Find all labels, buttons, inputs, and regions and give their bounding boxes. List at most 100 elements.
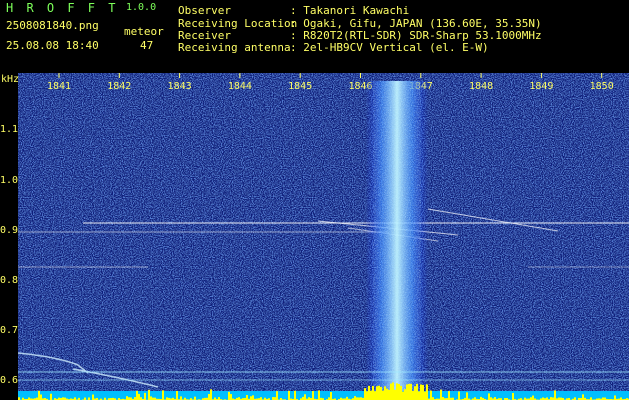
noise-floor-bar — [276, 391, 278, 400]
noise-floor-bar — [40, 394, 42, 400]
noise-floor-bar — [176, 390, 178, 400]
noise-floor-bar — [210, 389, 212, 400]
file-name: 2508081840.png — [6, 19, 99, 32]
y-tick-label: 1.0 — [0, 175, 19, 186]
y-tick-label: 0.8 — [0, 275, 19, 286]
meteor-label: meteor — [124, 25, 164, 38]
noise-floor-bar — [354, 396, 356, 400]
x-tick-label: 1844 — [228, 81, 252, 92]
antenna-value: : 2el-HB9CV Vertical (el. E-W) — [290, 41, 489, 54]
spectrogram: 1841184218431844184518461847184818491850 — [18, 73, 629, 400]
app-version: 1.0.0 — [126, 2, 157, 13]
y-tick-label: 0.9 — [0, 225, 19, 236]
noise-floor-bar — [138, 393, 140, 400]
observer-label: Observer — [178, 4, 231, 17]
bright-band-grain — [373, 81, 421, 400]
noise-floor-bar — [396, 383, 398, 400]
noise-floor-bar — [228, 391, 230, 400]
y-tick-label: 0.7 — [0, 325, 19, 336]
x-tick-label: 1842 — [107, 81, 131, 92]
noise-floor-bar — [426, 384, 428, 400]
noise-floor-bar — [416, 383, 418, 400]
x-tick-label: 1841 — [47, 81, 71, 92]
noise-floor-bar — [382, 390, 384, 400]
noise-floor-bar — [410, 383, 412, 400]
noise-floor-bar — [532, 395, 534, 400]
noise-floor-bar — [50, 393, 52, 400]
x-tick-label: 1849 — [529, 81, 553, 92]
spectrogram-background — [18, 73, 629, 400]
noise-floor-bar — [150, 396, 152, 400]
antenna-label: Receiving antenna — [178, 41, 291, 54]
observer-value: : Takanori Kawachi — [290, 4, 410, 17]
noise-floor-bar — [162, 390, 164, 400]
location-label: Receiving Location — [178, 17, 298, 30]
noise-floor-bar — [582, 394, 584, 400]
noise-floor-bar — [448, 391, 450, 400]
noise-floor-bar — [408, 383, 410, 400]
noise-floor-bar — [430, 390, 432, 400]
noise-floor-bar — [424, 391, 426, 400]
noise-floor-bar — [318, 390, 320, 400]
noise-floor-bar — [376, 386, 378, 400]
noise-floor-bar — [380, 386, 382, 400]
noise-floor-bar — [402, 391, 404, 400]
noise-floor-bar — [230, 394, 232, 400]
meteor-count: 47 — [140, 39, 154, 52]
receiver-value: : R820T2(RTL-SDR) SDR-Sharp 53.1000MHz — [290, 29, 542, 42]
x-tick-label: 1843 — [168, 81, 192, 92]
noise-floor-bar — [250, 396, 252, 400]
y-tick-label: 1.1 — [0, 124, 19, 135]
noise-floor-bar — [394, 389, 396, 400]
noise-floor-bar — [252, 395, 254, 400]
noise-floor-bar — [368, 385, 370, 400]
location-value: : Ogaki, Gifu, JAPAN (136.60E, 35.35N) — [290, 17, 542, 30]
noise-floor-bar — [374, 391, 376, 400]
noise-floor-bar — [288, 390, 290, 400]
noise-floor-bar — [418, 391, 420, 400]
noise-floor-bar — [386, 388, 388, 400]
noise-floor-bar — [370, 390, 372, 400]
noise-floor-bar — [144, 392, 146, 400]
noise-floor-bar — [614, 395, 616, 400]
noise-floor-bar — [392, 382, 394, 400]
x-tick-label: 1845 — [288, 81, 312, 92]
noise-floor-bar — [554, 390, 556, 400]
x-tick-label: 1848 — [469, 81, 493, 92]
noise-floor-bar — [412, 390, 414, 400]
noise-floor-bar — [180, 396, 182, 400]
y-axis-strip — [0, 73, 18, 400]
noise-floor-bar — [366, 391, 368, 400]
noise-floor-bar — [378, 385, 380, 400]
observation-datetime: 25.08.08 18:40 — [6, 39, 99, 52]
noise-floor-bar — [208, 393, 210, 400]
noise-floor-bar — [488, 393, 490, 400]
y-tick-label: 0.6 — [0, 375, 19, 386]
receiver-label: Receiver — [178, 29, 231, 42]
noise-floor-bar — [312, 391, 314, 400]
noise-floor-bar — [136, 390, 138, 400]
noise-floor-bar — [398, 383, 400, 400]
header-panel: H R O F F T 1.0.0 2508081840.png 25.08.0… — [0, 0, 629, 73]
noise-floor-bar — [390, 383, 392, 400]
noise-floor-bar — [364, 388, 366, 400]
noise-floor-bar — [414, 386, 416, 400]
noise-floor-bar — [384, 386, 386, 400]
noise-floor-bar — [406, 384, 408, 400]
noise-floor-bar — [126, 396, 128, 400]
app-name: H R O F F T — [6, 1, 119, 15]
noise-floor-bar — [38, 390, 40, 400]
noise-floor-bar — [458, 391, 460, 400]
noise-floor-bar — [92, 394, 94, 400]
noise-floor-bar — [330, 392, 332, 400]
x-tick-label: 1850 — [590, 81, 614, 92]
noise-floor-bar — [372, 385, 374, 400]
noise-floor-bar — [294, 390, 296, 400]
noise-floor-bar — [512, 393, 514, 400]
noise-floor-bar — [440, 389, 442, 400]
noise-floor-bar — [422, 384, 424, 400]
noise-floor-bar — [404, 389, 406, 400]
noise-floor-bar — [246, 395, 248, 400]
noise-floor-bar — [420, 384, 422, 400]
y-axis-unit: kHz — [1, 74, 20, 85]
